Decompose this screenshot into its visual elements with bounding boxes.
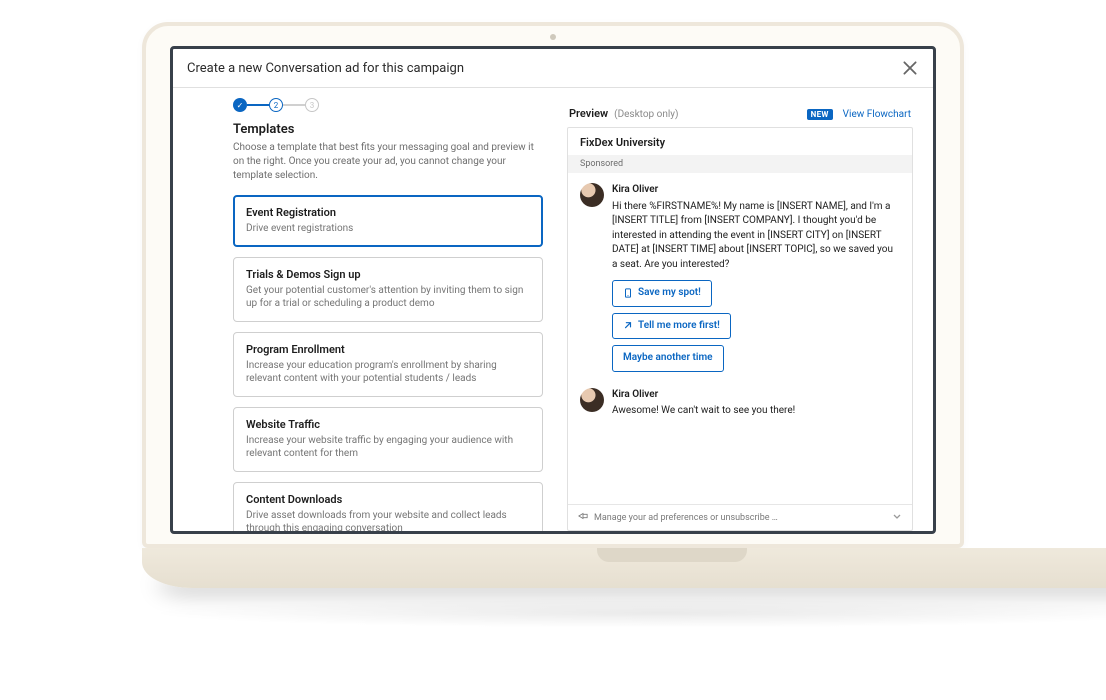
cta-label: Save my spot! [638,286,701,301]
preview-label: Preview [569,107,608,120]
ad-preferences-row[interactable]: Manage your ad preferences or unsubscrib… [568,504,912,530]
step-2-current[interactable]: 2 [269,98,283,112]
avatar [580,388,604,412]
company-name: FixDex University [568,128,912,155]
new-badge: NEW [807,109,833,120]
template-description: Increase your website traffic by engagin… [246,434,530,461]
template-card[interactable]: Trials & Demos Sign up Get your potential… [233,257,543,322]
right-column: Preview (Desktop only) NEW View Flowchar… [567,98,913,531]
templates-heading: Templates [233,122,543,137]
preview-frame: FixDex University Sponsored Kira Oliver H… [567,127,913,531]
app-screen: Create a new Conversation ad for this ca… [170,46,936,534]
preferences-icon [578,511,588,524]
message: Kira Oliver Hi there %FIRSTNAME%! My name… [580,183,900,372]
template-title: Website Traffic [246,418,530,431]
preview-sublabel: (Desktop only) [614,109,678,120]
template-description: Drive event registrations [246,222,530,236]
modal-title: Create a new Conversation ad for this ca… [187,61,464,76]
close-icon[interactable] [901,59,919,77]
template-list: Event Registration Drive event registrati… [233,195,543,531]
stepper: ✓ 2 3 [233,98,543,112]
sender-name: Kira Oliver [612,388,795,403]
cta-label: Maybe another time [623,351,713,366]
view-flowchart-link[interactable]: View Flowchart [843,109,911,120]
check-icon: ✓ [237,101,244,110]
templates-description: Choose a template that best fits your me… [233,141,543,183]
template-title: Content Downloads [246,493,530,506]
laptop-shadow [142,598,1106,628]
chevron-down-icon [892,511,902,524]
step-connector-1 [247,104,269,106]
ad-preferences-text: Manage your ad preferences or unsubscrib… [594,513,778,523]
laptop-base [142,548,1106,588]
modal-header: Create a new Conversation ad for this ca… [173,49,933,88]
message-text: Awesome! We can't wait to see you there! [612,404,795,419]
laptop-lid: Create a new Conversation ad for this ca… [142,22,964,548]
template-title: Program Enrollment [246,343,530,356]
cta-label: Tell me more first! [638,319,720,334]
camera-dot [550,34,556,40]
message-body: Kira OliverAwesome! We can't wait to see… [612,388,795,419]
laptop-frame: Create a new Conversation ad for this ca… [142,22,964,628]
sponsored-label: Sponsored [568,155,912,173]
template-description: Drive asset downloads from your website … [246,509,530,532]
message-area: Kira Oliver Hi there %FIRSTNAME%! My name… [568,173,912,504]
step-3-upcoming: 3 [305,98,319,112]
external-link-icon [623,321,633,331]
modal-body: ✓ 2 3 Templates Choose a template that b… [173,88,933,531]
message-text: Hi there %FIRSTNAME%! My name is [INSERT… [612,200,900,273]
step-1-complete[interactable]: ✓ [233,98,247,112]
step-connector-2 [283,104,305,106]
message-body: Kira Oliver Hi there %FIRSTNAME%! My name… [612,183,900,372]
cta-button[interactable]: Maybe another time [612,345,724,372]
template-card[interactable]: Content Downloads Drive asset downloads f… [233,482,543,532]
template-title: Event Registration [246,206,530,219]
template-description: Get your potential customer's attention … [246,284,530,311]
sender-name: Kira Oliver [612,183,900,198]
template-description: Increase your education program's enroll… [246,359,530,386]
template-title: Trials & Demos Sign up [246,268,530,281]
preview-header: Preview (Desktop only) NEW View Flowchar… [567,98,913,127]
avatar [580,183,604,207]
template-card[interactable]: Event Registration Drive event registrati… [233,195,543,247]
cta-button[interactable]: Tell me more first! [612,313,731,340]
phone-icon [623,288,633,298]
template-card[interactable]: Website Traffic Increase your website tra… [233,407,543,472]
template-card[interactable]: Program Enrollment Increase your educatio… [233,332,543,397]
left-column: ✓ 2 3 Templates Choose a template that b… [233,98,543,531]
cta-button-stack: Save my spot! Tell me more first! Maybe an… [612,280,900,372]
message: Kira OliverAwesome! We can't wait to see… [580,388,900,419]
cta-button[interactable]: Save my spot! [612,280,712,307]
